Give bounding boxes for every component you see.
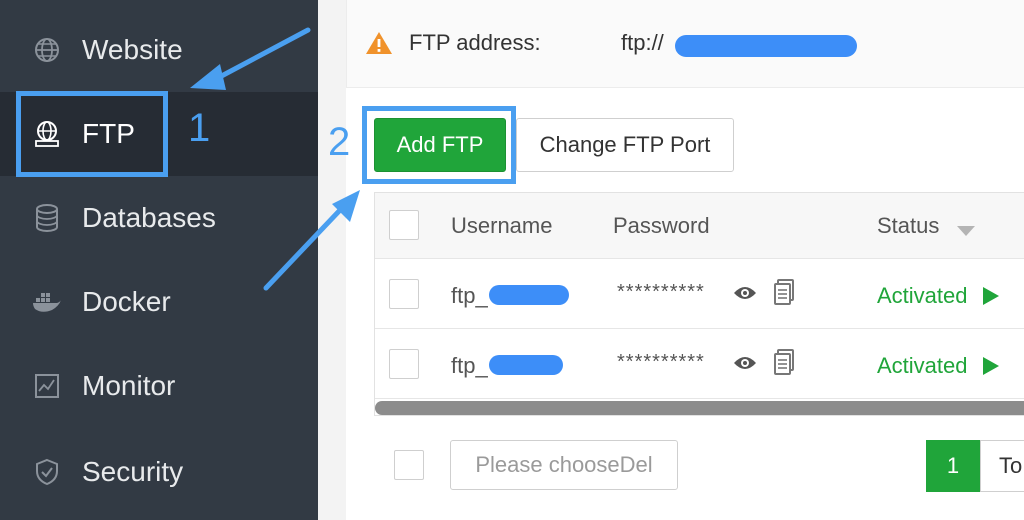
globe-icon: [32, 35, 62, 65]
ftp-table: Username Password Status ftp_ **********…: [374, 192, 1024, 416]
copy-icon[interactable]: [773, 279, 795, 310]
horizontal-scrollbar[interactable]: [375, 401, 1024, 415]
table-row: ftp_ ********** Activated: [375, 259, 1024, 329]
sidebar-item-docker[interactable]: Docker: [0, 260, 318, 344]
column-password[interactable]: Password: [613, 213, 710, 239]
password-cell: **********: [617, 281, 705, 303]
bulk-select-checkbox[interactable]: [394, 450, 424, 480]
username-cell: ftp_: [451, 353, 488, 378]
row-checkbox[interactable]: [389, 349, 419, 379]
username-cell: ftp_: [451, 283, 488, 308]
sidebar-item-label: Security: [82, 456, 184, 487]
sidebar: Website FTP Databases Docker Monitor Sec…: [0, 0, 318, 520]
play-icon[interactable]: [983, 357, 999, 380]
redacted-username: [489, 355, 563, 375]
highlight-box-add-ftp: [362, 106, 516, 184]
sidebar-item-monitor[interactable]: Monitor: [0, 344, 318, 428]
shield-icon: [32, 457, 62, 487]
step-number-2: 2: [328, 120, 351, 164]
database-icon: [32, 203, 62, 233]
sort-caret-icon[interactable]: [957, 223, 975, 241]
column-status[interactable]: Status: [877, 213, 939, 239]
ftp-address-label: FTP address:: [409, 30, 541, 55]
warning-icon: [365, 30, 393, 61]
redacted-username: [489, 285, 569, 305]
step-number-1: 1: [188, 106, 211, 150]
status-badge[interactable]: Activated: [877, 353, 968, 379]
pagination-current-page[interactable]: 1: [926, 440, 980, 492]
password-cell: **********: [617, 351, 705, 373]
column-username[interactable]: Username: [451, 213, 552, 239]
bulk-action-select[interactable]: Please chooseDel: [450, 440, 678, 490]
eye-icon[interactable]: [733, 285, 757, 306]
status-badge[interactable]: Activated: [877, 283, 968, 309]
sidebar-item-label: Docker: [82, 286, 171, 317]
table-header: Username Password Status: [375, 193, 1024, 259]
table-row: ftp_ ********** Activated: [375, 329, 1024, 399]
pagination-next[interactable]: To: [980, 440, 1024, 492]
sidebar-item-website[interactable]: Website: [0, 8, 318, 92]
change-ftp-port-button[interactable]: Change FTP Port: [516, 118, 734, 172]
main-panel: FTP address: ftp:// Add FTP Change FTP P…: [318, 0, 1024, 520]
sidebar-item-label: Website: [82, 34, 183, 65]
select-all-checkbox[interactable]: [389, 210, 419, 240]
eye-icon[interactable]: [733, 355, 757, 376]
highlight-box-ftp: [16, 91, 168, 177]
sidebar-item-databases[interactable]: Databases: [0, 176, 318, 260]
copy-icon[interactable]: [773, 349, 795, 380]
monitor-chart-icon: [32, 371, 62, 401]
sidebar-item-security[interactable]: Security: [0, 430, 318, 514]
redacted-address: [675, 35, 857, 57]
docker-icon: [32, 287, 62, 317]
play-icon[interactable]: [983, 287, 999, 310]
sidebar-item-label: Databases: [82, 202, 216, 233]
ftp-address-value: ftp://: [621, 30, 664, 55]
sidebar-item-label: Monitor: [82, 370, 176, 401]
ftp-address-bar: FTP address: ftp://: [346, 0, 1024, 88]
row-checkbox[interactable]: [389, 279, 419, 309]
